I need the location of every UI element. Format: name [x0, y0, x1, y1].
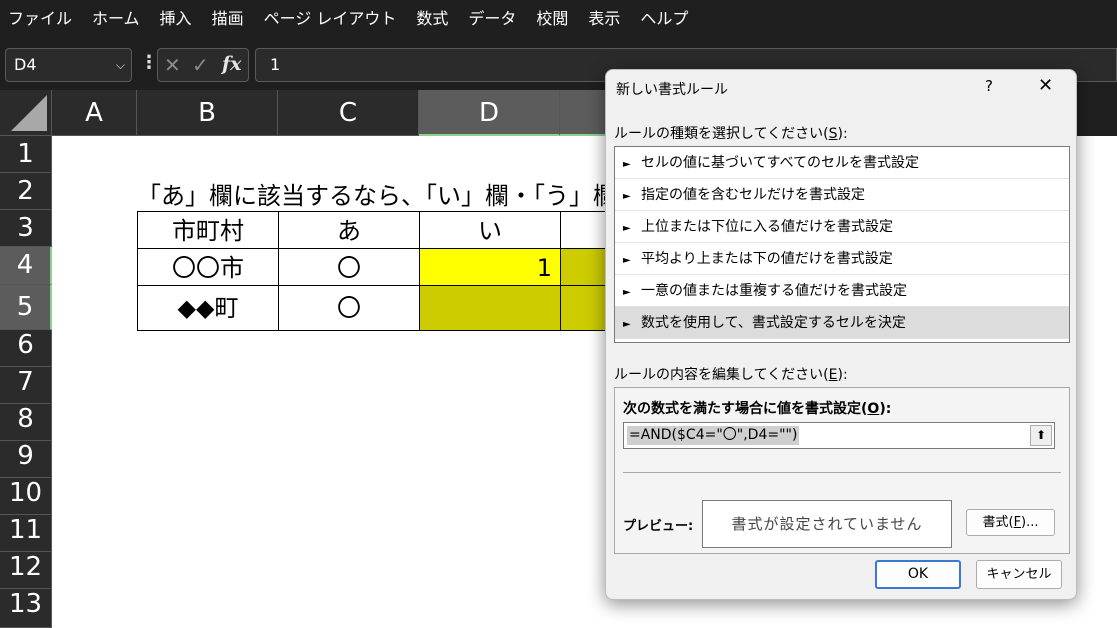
row-header-11[interactable]: 11 [0, 515, 52, 552]
row-header-9[interactable]: 9 [0, 441, 52, 478]
dialog-title: 新しい書式ルール [616, 82, 728, 98]
bullet-arrow-icon: ► [623, 287, 631, 298]
tab-draw[interactable]: 描画 [202, 0, 254, 38]
cell-d3[interactable]: い [419, 211, 561, 249]
rule-type-item[interactable]: ► 一意の値または重複する値だけを書式設定 [615, 275, 1069, 307]
cell-d4[interactable]: 1 [419, 248, 561, 286]
select-all-triangle-icon [11, 95, 47, 131]
rule-type-item-label: 平均より上または下の値だけを書式設定 [641, 251, 893, 267]
column-header-d[interactable]: D [419, 90, 560, 136]
row-header-7[interactable]: 7 [0, 367, 52, 404]
column-header-b[interactable]: B [137, 90, 278, 136]
insert-function-icon[interactable]: fx [222, 53, 242, 75]
tab-page-layout[interactable]: ページ レイアウト [254, 0, 407, 38]
rule-type-label-end: ): [837, 126, 848, 142]
tab-home[interactable]: ホーム [82, 0, 150, 38]
tab-insert[interactable]: 挿入 [150, 0, 202, 38]
rule-formula-input[interactable]: =AND($C4="〇",D4="") ⬆ [623, 422, 1055, 449]
row-header-13[interactable]: 13 [0, 589, 52, 628]
cancel-icon[interactable]: ✕ [164, 53, 181, 77]
cancel-button[interactable]: キャンセル [976, 560, 1062, 589]
row-header-10[interactable]: 10 [0, 478, 52, 515]
new-format-rule-dialog: 新しい書式ルール ? ✕ ルールの種類を選択してください(S): ► セルの値に基… [605, 69, 1077, 600]
rule-type-item-selected[interactable]: ► 数式を使用して、書式設定するセルを決定 [615, 307, 1069, 339]
tab-data[interactable]: データ [458, 0, 526, 38]
cell-c5[interactable]: 〇 [278, 285, 420, 331]
bullet-arrow-icon: ► [623, 159, 631, 170]
name-box-value: D4 [14, 55, 37, 74]
bullet-arrow-icon: ► [623, 191, 631, 202]
rule-type-item-label: 上位または下位に入る値だけを書式設定 [641, 219, 893, 235]
tab-view[interactable]: 表示 [578, 0, 630, 38]
rule-type-label-key: S [828, 126, 838, 142]
rule-type-item-label: 一意の値または重複する値だけを書式設定 [641, 283, 907, 299]
format-button[interactable]: 書式(F)... [966, 509, 1055, 536]
rule-type-item[interactable]: ► 上位または下位に入る値だけを書式設定 [615, 211, 1069, 243]
format-button-text: 書式( [982, 515, 1014, 530]
cell-d5[interactable] [419, 285, 561, 331]
tab-file[interactable]: ファイル [0, 0, 82, 38]
row-header-3[interactable]: 3 [0, 210, 52, 247]
collapse-dialog-icon[interactable]: ⬆ [1030, 425, 1052, 446]
formula-label-key: O [867, 401, 880, 417]
column-header-a[interactable]: A [52, 90, 137, 136]
more-options-icon[interactable]: ⋮ [140, 52, 158, 73]
format-button-key: F [1013, 515, 1022, 530]
cell-c3[interactable]: あ [278, 211, 420, 249]
rule-type-item[interactable]: ► 指定の値を含むセルだけを書式設定 [615, 179, 1069, 211]
cell-b4[interactable]: 〇〇市 [137, 248, 279, 286]
bullet-arrow-icon: ► [623, 255, 631, 266]
rule-type-item[interactable]: ► 平均より上または下の値だけを書式設定 [615, 243, 1069, 275]
help-button[interactable]: ? [985, 77, 993, 95]
tab-review[interactable]: 校閲 [526, 0, 578, 38]
formula-label-text: 次の数式を満たす場合に値を書式設定( [623, 401, 868, 417]
cell-b5[interactable]: ◆◆町 [137, 285, 279, 331]
tab-help[interactable]: ヘルプ [630, 0, 698, 38]
rule-description-panel: 次の数式を満たす場合に値を書式設定(O): =AND($C4="〇",D4=""… [614, 387, 1070, 554]
rule-description-label: ルールの内容を編集してください(E): [614, 364, 848, 384]
chevron-down-icon[interactable]: ⌵ [116, 49, 125, 81]
preview-box: 書式が設定されていません [702, 500, 952, 548]
rule-formula-value: =AND($C4="〇",D4="") [627, 426, 800, 445]
sheet-title-text[interactable]: 「あ」欄に該当するなら、「い」欄・「う」欄 [137, 176, 617, 211]
row-header-5[interactable]: 5 [0, 285, 52, 330]
formula-label-end: ): [879, 401, 892, 417]
ok-button[interactable]: OK [875, 560, 961, 589]
row-header-6[interactable]: 6 [0, 330, 52, 367]
rule-desc-label-text: ルールの内容を編集してください( [614, 367, 829, 383]
rule-type-item-label: 指定の値を含むセルだけを書式設定 [641, 187, 865, 203]
row-header-1[interactable]: 1 [0, 136, 52, 173]
rule-desc-label-end: ): [837, 367, 848, 383]
cell-b3[interactable]: 市町村 [137, 211, 279, 249]
divider [623, 472, 1061, 473]
bullet-arrow-icon: ► [623, 319, 631, 330]
formula-buttons: ✕ ✓ fx [157, 48, 249, 82]
name-box[interactable]: D4 ⌵ [5, 48, 132, 82]
excel-window: ファイル ホーム 挿入 描画 ページ レイアウト 数式 データ 校閲 表示 ヘル… [0, 0, 1117, 628]
select-all-button[interactable] [0, 90, 52, 136]
format-button-end: )... [1021, 515, 1039, 530]
check-icon[interactable]: ✓ [192, 53, 209, 77]
close-icon[interactable]: ✕ [1038, 75, 1053, 96]
formula-label: 次の数式を満たす場合に値を書式設定(O): [623, 398, 891, 418]
preview-label: プレビュー: [623, 519, 694, 534]
rule-type-label: ルールの種類を選択してください(S): [614, 123, 848, 143]
row-header-8[interactable]: 8 [0, 404, 52, 441]
ribbon-tabs: ファイル ホーム 挿入 描画 ページ レイアウト 数式 データ 校閲 表示 ヘル… [0, 0, 1117, 38]
rule-type-item[interactable]: ► セルの値に基づいてすべてのセルを書式設定 [615, 147, 1069, 179]
row-header-2[interactable]: 2 [0, 173, 52, 210]
row-header-4[interactable]: 4 [0, 247, 52, 285]
rule-type-list[interactable]: ► セルの値に基づいてすべてのセルを書式設定 ► 指定の値を含むセルだけを書式設定 … [614, 146, 1070, 343]
rule-type-item-label: 数式を使用して、書式設定するセルを決定 [641, 315, 906, 331]
bullet-arrow-icon: ► [623, 223, 631, 234]
rule-type-label-text: ルールの種類を選択してください( [614, 126, 829, 142]
cell-c4[interactable]: 〇 [278, 248, 420, 286]
rule-type-item-label: セルの値に基づいてすべてのセルを書式設定 [641, 155, 920, 171]
column-header-c[interactable]: C [278, 90, 419, 136]
row-header-12[interactable]: 12 [0, 552, 52, 589]
tab-formulas[interactable]: 数式 [406, 0, 458, 38]
